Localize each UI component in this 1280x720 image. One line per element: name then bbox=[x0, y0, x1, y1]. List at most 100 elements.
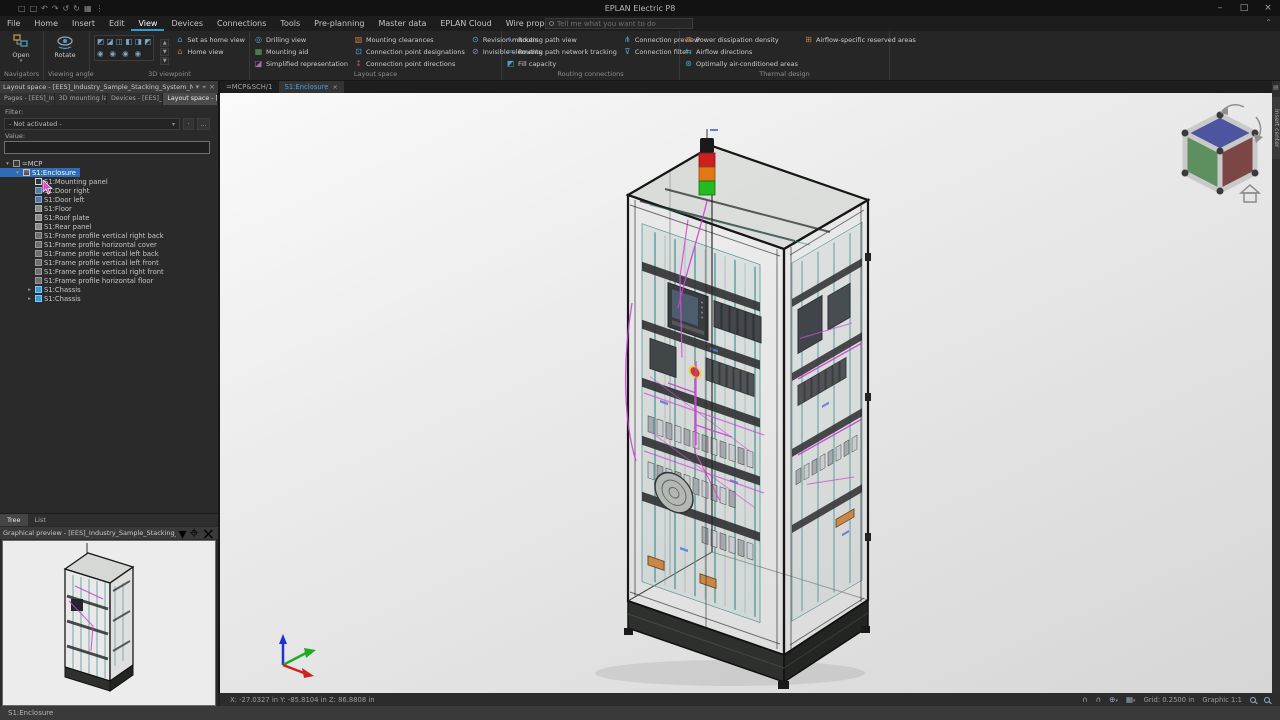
menu-tools[interactable]: Tools bbox=[273, 16, 307, 31]
mounting-clearances-button[interactable]: ▧ Mounting clearances bbox=[354, 34, 465, 45]
set-as-home-view-button[interactable]: ⌂ Set as home view bbox=[175, 34, 245, 45]
menu-edit[interactable]: Edit bbox=[102, 16, 132, 31]
object-snap-icon[interactable]: ∩ bbox=[1096, 695, 1102, 704]
connection-point-directions-button[interactable]: ↕ Connection point directions bbox=[354, 58, 465, 69]
connection-point-designations-button[interactable]: ⊡ Connection point designations bbox=[354, 46, 465, 57]
sphere-view-icon[interactable]: ◉ bbox=[97, 50, 104, 58]
tab-tree[interactable]: Tree bbox=[0, 514, 28, 526]
rotate-button[interactable]: Rotate bbox=[48, 33, 82, 69]
grid-icon[interactable]: ▦▾ bbox=[1126, 695, 1136, 704]
minimize-button[interactable]: – bbox=[1208, 0, 1232, 16]
close-icon[interactable]: × bbox=[333, 83, 338, 91]
value-input[interactable] bbox=[4, 141, 210, 154]
tree-item-door-left[interactable]: S1:Door left bbox=[0, 195, 218, 204]
expander-icon[interactable]: ▸ bbox=[26, 287, 33, 293]
tree-item-mcp[interactable]: ▾ =MCP bbox=[0, 159, 218, 168]
airflow-specific-reserved-areas-button[interactable]: ⊞ Airflow-specific reserved areas bbox=[804, 34, 916, 45]
graphical-preview-canvas[interactable] bbox=[2, 540, 216, 706]
grid-size-display[interactable]: Grid: 0.2500 in bbox=[1144, 696, 1195, 704]
tab-pages[interactable]: Pages - [EES]_Ind... bbox=[0, 93, 55, 105]
tree-item-chassis[interactable]: ▸ S1:Chassis bbox=[0, 285, 218, 294]
zoom-out-icon[interactable] bbox=[1264, 697, 1270, 703]
tree-item-frame-profile[interactable]: S1:Frame profile horizontal cover bbox=[0, 240, 218, 249]
tree-item-frame-profile[interactable]: S1:Frame profile horizontal floor bbox=[0, 276, 218, 285]
menu-eplan-cloud[interactable]: EPLAN Cloud bbox=[433, 16, 498, 31]
navigation-cube[interactable] bbox=[1182, 112, 1259, 195]
tree-item-label: S1:Frame profile vertical left front bbox=[44, 259, 159, 267]
close-button[interactable]: × bbox=[1256, 0, 1280, 16]
menu-file[interactable]: File bbox=[0, 16, 27, 31]
home-view-icon[interactable] bbox=[1241, 185, 1259, 202]
tree-item-frame-profile[interactable]: S1:Frame profile vertical left back bbox=[0, 249, 218, 258]
routing-path-network-tracking-button[interactable]: ≍ Routing path network tracking bbox=[506, 46, 617, 57]
tree-item-mounting-panel[interactable]: S1:Mounting panel bbox=[0, 177, 218, 186]
routing-path-view-button[interactable]: ∿ Routing path view bbox=[506, 34, 617, 45]
tab-structure-segment[interactable]: =MCP&SCH/1 bbox=[220, 81, 279, 93]
expander-icon[interactable]: ▸ bbox=[26, 296, 33, 302]
tree-item-frame-profile[interactable]: S1:Frame profile vertical left front bbox=[0, 258, 218, 267]
cube-view-icon[interactable]: ◨ bbox=[135, 38, 142, 46]
sphere-view-icon[interactable]: ◉ bbox=[122, 50, 129, 58]
search-box[interactable] bbox=[545, 18, 693, 29]
tree-item-frame-profile[interactable]: S1:Frame profile vertical right front bbox=[0, 267, 218, 276]
tree-item-door-right[interactable]: S1:Door right bbox=[0, 186, 218, 195]
tree-item-roof-plate[interactable]: S1:Roof plate bbox=[0, 213, 218, 222]
panel-close-icon[interactable]: × bbox=[209, 83, 215, 91]
mounting-aid-button[interactable]: ▦ Mounting aid bbox=[254, 46, 348, 57]
menu-pre-planning[interactable]: Pre-planning bbox=[307, 16, 371, 31]
gallery-more-icon[interactable]: ▼ bbox=[160, 57, 169, 65]
preview-title: Graphical preview - [EES]_Industry_Sampl… bbox=[3, 529, 176, 537]
ribbon-collapse-icon[interactable]: ⌃ bbox=[1265, 18, 1272, 27]
tree-item-rear-panel[interactable]: S1:Rear panel bbox=[0, 222, 218, 231]
menu-insert[interactable]: Insert bbox=[65, 16, 102, 31]
cube-view-icon[interactable]: ◧ bbox=[125, 38, 132, 46]
home-view-button[interactable]: ⌂ Home view bbox=[175, 46, 245, 57]
filter-select[interactable]: - Not activated - ▾ bbox=[4, 118, 180, 130]
cube-view-icon[interactable]: ◫ bbox=[116, 38, 123, 46]
cube-view-icon[interactable]: ◩ bbox=[97, 38, 104, 46]
drilling-view-button[interactable]: ◎ Drilling view bbox=[254, 34, 348, 45]
menu-master-data[interactable]: Master data bbox=[371, 16, 433, 31]
sphere-view-icon[interactable]: ◉ bbox=[110, 50, 117, 58]
menu-devices[interactable]: Devices bbox=[164, 16, 210, 31]
panel-dropdown-icon[interactable]: ▾ bbox=[196, 83, 200, 91]
tab-layout-space[interactable]: Layout space - [E... bbox=[163, 93, 218, 105]
snap-icon[interactable]: ∩ bbox=[1082, 695, 1088, 704]
optimally-air-conditioned-areas-button[interactable]: ⊛ Optimally air-conditioned areas bbox=[684, 58, 798, 69]
viewpoint-gallery[interactable]: ◩◪◫◧◨◩ ◉◉◉◉ bbox=[94, 35, 154, 61]
gallery-up-icon[interactable]: ▲ bbox=[160, 39, 169, 47]
tree-item-enclosure[interactable]: ▾ S1:Enclosure bbox=[0, 168, 80, 177]
tree-item-frame-profile[interactable]: S1:Frame profile vertical right back bbox=[0, 231, 218, 240]
search-input[interactable] bbox=[557, 20, 687, 28]
cube-view-icon[interactable]: ◩ bbox=[144, 38, 151, 46]
open-button[interactable]: Open ▾ bbox=[4, 33, 38, 69]
power-dissipation-density-button[interactable]: ≣ Power dissipation density bbox=[684, 34, 798, 45]
3d-viewport[interactable] bbox=[220, 93, 1272, 693]
zoom-in-icon[interactable] bbox=[1250, 697, 1256, 703]
gallery-down-icon[interactable]: ▼ bbox=[160, 48, 169, 56]
filter-activate-button[interactable]: · bbox=[183, 118, 194, 130]
menu-view[interactable]: View bbox=[131, 16, 164, 31]
coordinate-system-icon[interactable]: ⊕▾ bbox=[1109, 695, 1118, 704]
airflow-directions-button[interactable]: ⇆ Airflow directions bbox=[684, 46, 798, 57]
panel-pin-icon[interactable]: ⌖ bbox=[202, 83, 206, 92]
fill-capacity-button[interactable]: ◩ Fill capacity bbox=[506, 58, 617, 69]
tab-layout-space-document[interactable]: S1:Enclosure × bbox=[279, 81, 344, 93]
menu-home[interactable]: Home bbox=[27, 16, 65, 31]
cube-view-icon[interactable]: ◪ bbox=[106, 38, 113, 46]
tab-list[interactable]: List bbox=[28, 514, 53, 526]
insert-center-tab[interactable]: Insert center bbox=[1272, 97, 1280, 159]
maximize-button[interactable]: □ bbox=[1232, 0, 1256, 16]
tab-devices[interactable]: Devices - [EES]_In... bbox=[107, 93, 163, 105]
tab-3d-mounting-layout[interactable]: 3D mounting lay... bbox=[55, 93, 107, 105]
panel-options-icon[interactable]: ▤ bbox=[1272, 83, 1280, 92]
simplified-representation-button[interactable]: ◪ Simplified representation bbox=[254, 58, 348, 69]
filter-more-button[interactable]: ... bbox=[197, 118, 210, 130]
menu-connections[interactable]: Connections bbox=[210, 16, 273, 31]
sphere-view-icon[interactable]: ◉ bbox=[135, 50, 142, 58]
graphic-scale-display[interactable]: Graphic 1:1 bbox=[1202, 696, 1242, 704]
tree-item-chassis[interactable]: ▸ S1:Chassis bbox=[0, 294, 218, 303]
expander-icon[interactable]: ▾ bbox=[14, 170, 21, 176]
expander-icon[interactable]: ▾ bbox=[4, 161, 11, 167]
tree-item-floor[interactable]: S1:Floor bbox=[0, 204, 218, 213]
